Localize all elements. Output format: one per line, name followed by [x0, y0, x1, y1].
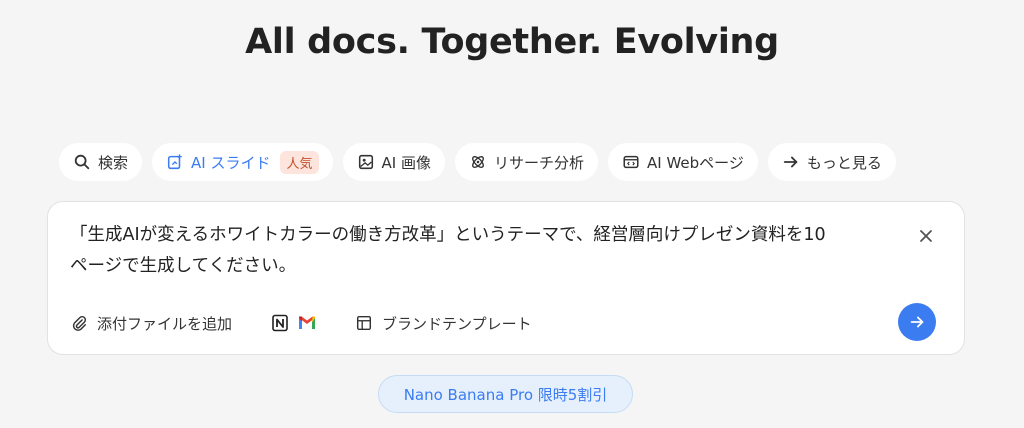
popular-badge: 人気 [280, 150, 319, 174]
brand-template-button[interactable]: ブランドテンプレート [355, 313, 532, 334]
search-icon [74, 154, 90, 170]
notion-icon [272, 314, 288, 332]
composer-actions: 添付ファイルを追加 ブランドテンプレート [70, 310, 532, 336]
image-icon [358, 154, 373, 170]
mode-tabs: 検索 AI スライド 人気 AI 画像 リサーチ分析 AI Webページ もっと… [59, 143, 896, 181]
tab-more[interactable]: もっと見る [767, 143, 896, 181]
tab-ai-slides[interactable]: AI スライド 人気 [152, 143, 333, 181]
paperclip-icon [72, 315, 87, 331]
prompt-line: 「生成AIが変えるホワイトカラーの働き方改革」というテーマで、経営層向けプレゼン… [70, 225, 826, 245]
tab-research[interactable]: リサーチ分析 [454, 143, 598, 181]
gmail-button[interactable] [297, 315, 317, 331]
prompt-input[interactable]: 「生成AIが変えるホワイトカラーの働き方改革」というテーマで、経営層向けプレゼン… [70, 220, 890, 282]
tab-search[interactable]: 検索 [59, 143, 143, 181]
attach-file-button[interactable]: 添付ファイルを追加 [70, 313, 232, 334]
arrow-right-icon [910, 316, 924, 328]
tab-ai-image[interactable]: AI 画像 [342, 143, 445, 181]
send-button[interactable] [898, 303, 936, 341]
slides-icon [167, 154, 182, 170]
close-icon [920, 230, 932, 242]
notion-button[interactable] [270, 313, 290, 333]
arrow-right-icon [783, 156, 798, 168]
promo-badge[interactable]: Nano Banana Pro 限時5割引 [378, 375, 633, 413]
prompt-line: ページで生成してください。 [70, 256, 297, 276]
attach-label: 添付ファイルを追加 [97, 314, 233, 333]
tab-ai-webpage[interactable]: AI Webページ [607, 143, 758, 181]
tab-label: リサーチ分析 [493, 153, 584, 172]
tab-label: 検索 [98, 153, 129, 172]
template-icon [356, 315, 372, 331]
research-icon [472, 156, 484, 168]
tab-label: もっと見る [806, 153, 882, 172]
tab-label: AI スライド [191, 153, 271, 172]
brand-template-label: ブランドテンプレート [382, 314, 532, 333]
gmail-icon [299, 316, 316, 329]
tab-label: AI Webページ [646, 153, 744, 172]
webpage-icon [623, 155, 639, 169]
page-title: All docs. Together. Evolving [245, 22, 779, 62]
prompt-composer: 「生成AIが変えるホワイトカラーの働き方改革」というテーマで、経営層向けプレゼン… [47, 201, 965, 355]
tab-label: AI 画像 [381, 153, 431, 172]
clear-button[interactable] [916, 226, 936, 246]
